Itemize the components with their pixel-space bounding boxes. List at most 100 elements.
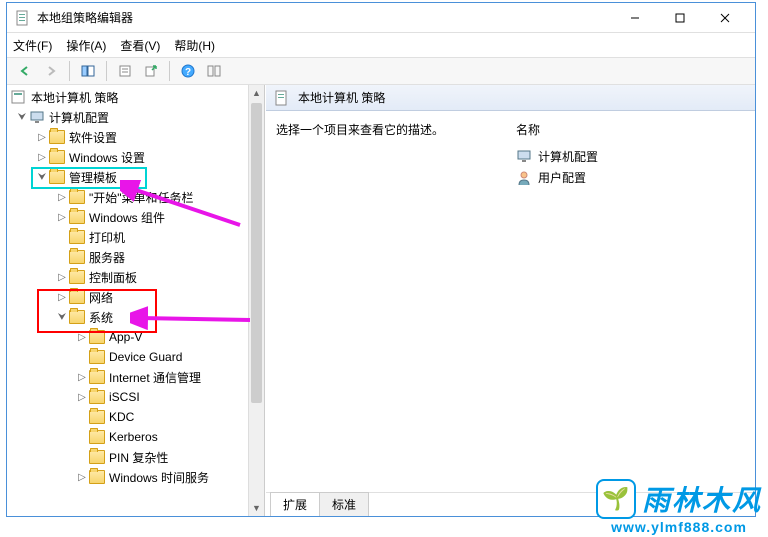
filter-button[interactable]: [202, 60, 226, 82]
tree-item-network[interactable]: ▷网络: [7, 287, 264, 307]
tree-pane[interactable]: 本地计算机 策略 ⮟计算机配置 ▷软件设置 ▷Windows 设置 ⮟管理模板 …: [7, 85, 265, 516]
tree-item-control-panel[interactable]: ▷ 控制面板: [7, 267, 264, 287]
tree-item-start-taskbar[interactable]: ▷"开始"菜单和任务栏: [7, 187, 264, 207]
tree-root[interactable]: 本地计算机 策略: [7, 87, 264, 107]
window-title: 本地组策略编辑器: [37, 9, 612, 26]
folder-icon: [69, 310, 85, 324]
column-header-name[interactable]: 名称: [516, 121, 755, 146]
list-item-user-config[interactable]: 用户配置: [516, 167, 755, 188]
folder-icon: [89, 390, 105, 404]
tree-item-admin-templates[interactable]: ⮟ 管理模板: [7, 167, 264, 187]
tree-label: KDC: [109, 410, 134, 424]
expand-icon[interactable]: ▷: [35, 132, 49, 143]
expand-icon[interactable]: ▷: [75, 332, 89, 343]
tree-label: 系统: [89, 309, 113, 326]
collapse-icon[interactable]: ⮟: [15, 112, 29, 123]
folder-icon: [69, 190, 85, 204]
folder-icon: [89, 430, 105, 444]
folder-icon: [89, 330, 105, 344]
tree-item-pin-complexity[interactable]: PIN 复杂性: [7, 447, 264, 467]
folder-icon: [89, 370, 105, 384]
folder-icon: [49, 130, 65, 144]
tree-label: 服务器: [89, 249, 125, 266]
menu-help[interactable]: 帮助(H): [174, 37, 215, 54]
collapse-icon[interactable]: ⮟: [35, 172, 49, 183]
properties-button[interactable]: [113, 60, 137, 82]
expand-icon[interactable]: ▷: [75, 472, 89, 483]
tree-label: 本地计算机 策略: [31, 89, 118, 106]
app-icon: [15, 10, 31, 26]
collapse-icon[interactable]: ⮟: [55, 312, 69, 323]
folder-icon: [69, 270, 85, 284]
expand-icon[interactable]: ▷: [75, 392, 89, 403]
tab-standard[interactable]: 标准: [319, 492, 369, 516]
folder-icon: [49, 150, 65, 164]
tree-item-computer-config[interactable]: ⮟计算机配置: [7, 107, 264, 127]
tree-label: iSCSI: [109, 390, 140, 404]
expand-icon[interactable]: ▷: [35, 152, 49, 163]
folder-icon: [69, 290, 85, 304]
menu-view[interactable]: 查看(V): [120, 37, 160, 54]
tree-label: Kerberos: [109, 430, 158, 444]
tree-item-windows-components[interactable]: ▷ Windows 组件: [7, 207, 264, 227]
list-item-computer-config[interactable]: 计算机配置: [516, 146, 755, 167]
toolbar: ?: [7, 57, 755, 85]
tree-scrollbar[interactable]: ▲ ▼: [248, 85, 264, 516]
tree-label: PIN 复杂性: [109, 449, 168, 466]
tree-item-software[interactable]: ▷ 软件设置: [7, 127, 264, 147]
scroll-thumb[interactable]: [251, 103, 262, 403]
watermark-logo-icon: 🌱: [596, 479, 636, 519]
tree-item-iscsi[interactable]: ▷ iSCSI: [7, 387, 264, 407]
computer-icon: [29, 110, 45, 124]
details-pane: 本地计算机 策略 选择一个项目来查看它的描述。 名称 计算机配置 用户配置: [265, 85, 755, 516]
tree-item-windows-time[interactable]: ▷Windows 时间服务: [7, 467, 264, 487]
toolbar-separator: [106, 61, 107, 81]
folder-icon: [69, 230, 85, 244]
tree-label: 控制面板: [89, 269, 137, 286]
svg-text:?: ?: [185, 67, 191, 78]
tree-item-internet-comm[interactable]: ▷ Internet 通信管理: [7, 367, 264, 387]
forward-button[interactable]: [39, 60, 63, 82]
tree-item-servers[interactable]: 服务器: [7, 247, 264, 267]
policy-icon: [274, 90, 290, 106]
tree-label: Device Guard: [109, 350, 182, 364]
tree-label: 软件设置: [69, 129, 117, 146]
close-button[interactable]: [702, 4, 747, 32]
tree-item-device-guard[interactable]: Device Guard: [7, 347, 264, 367]
tree-item-appv[interactable]: ▷ App-V: [7, 327, 264, 347]
back-button[interactable]: [13, 60, 37, 82]
tree-item-windows-settings[interactable]: ▷Windows 设置: [7, 147, 264, 167]
tree-label: 管理模板: [69, 169, 117, 186]
folder-icon: [89, 450, 105, 464]
details-header: 本地计算机 策略: [266, 85, 755, 111]
tree-item-kerberos[interactable]: Kerberos: [7, 427, 264, 447]
tab-extended[interactable]: 扩展: [270, 492, 320, 516]
computer-icon: [516, 149, 532, 165]
watermark-url: www.ylmf888.com: [596, 519, 762, 535]
minimize-button[interactable]: [612, 4, 657, 32]
expand-icon[interactable]: ▷: [55, 292, 69, 303]
scroll-down-icon[interactable]: ▼: [249, 500, 264, 516]
tree-item-printers[interactable]: 打印机: [7, 227, 264, 247]
tree-label: Internet 通信管理: [109, 369, 201, 386]
tree-label: Windows 组件: [89, 209, 165, 226]
toolbar-separator: [169, 61, 170, 81]
expand-icon[interactable]: ▷: [55, 212, 69, 223]
expand-icon[interactable]: ▷: [55, 272, 69, 283]
policy-icon: [11, 90, 27, 104]
tree-label: App-V: [109, 330, 142, 344]
tree-item-kdc[interactable]: KDC: [7, 407, 264, 427]
scroll-up-icon[interactable]: ▲: [249, 85, 264, 101]
menubar: 文件(F) 操作(A) 查看(V) 帮助(H): [7, 33, 755, 57]
maximize-button[interactable]: [657, 4, 702, 32]
folder-icon: [69, 210, 85, 224]
export-button[interactable]: [139, 60, 163, 82]
tree-item-system[interactable]: ⮟ 系统: [7, 307, 264, 327]
watermark: 🌱 雨林木风 www.ylmf888.com: [596, 479, 762, 535]
expand-icon[interactable]: ▷: [55, 192, 69, 203]
help-button[interactable]: ?: [176, 60, 200, 82]
menu-file[interactable]: 文件(F): [13, 37, 52, 54]
expand-icon[interactable]: ▷: [75, 372, 89, 383]
menu-action[interactable]: 操作(A): [66, 37, 106, 54]
show-hide-tree-button[interactable]: [76, 60, 100, 82]
